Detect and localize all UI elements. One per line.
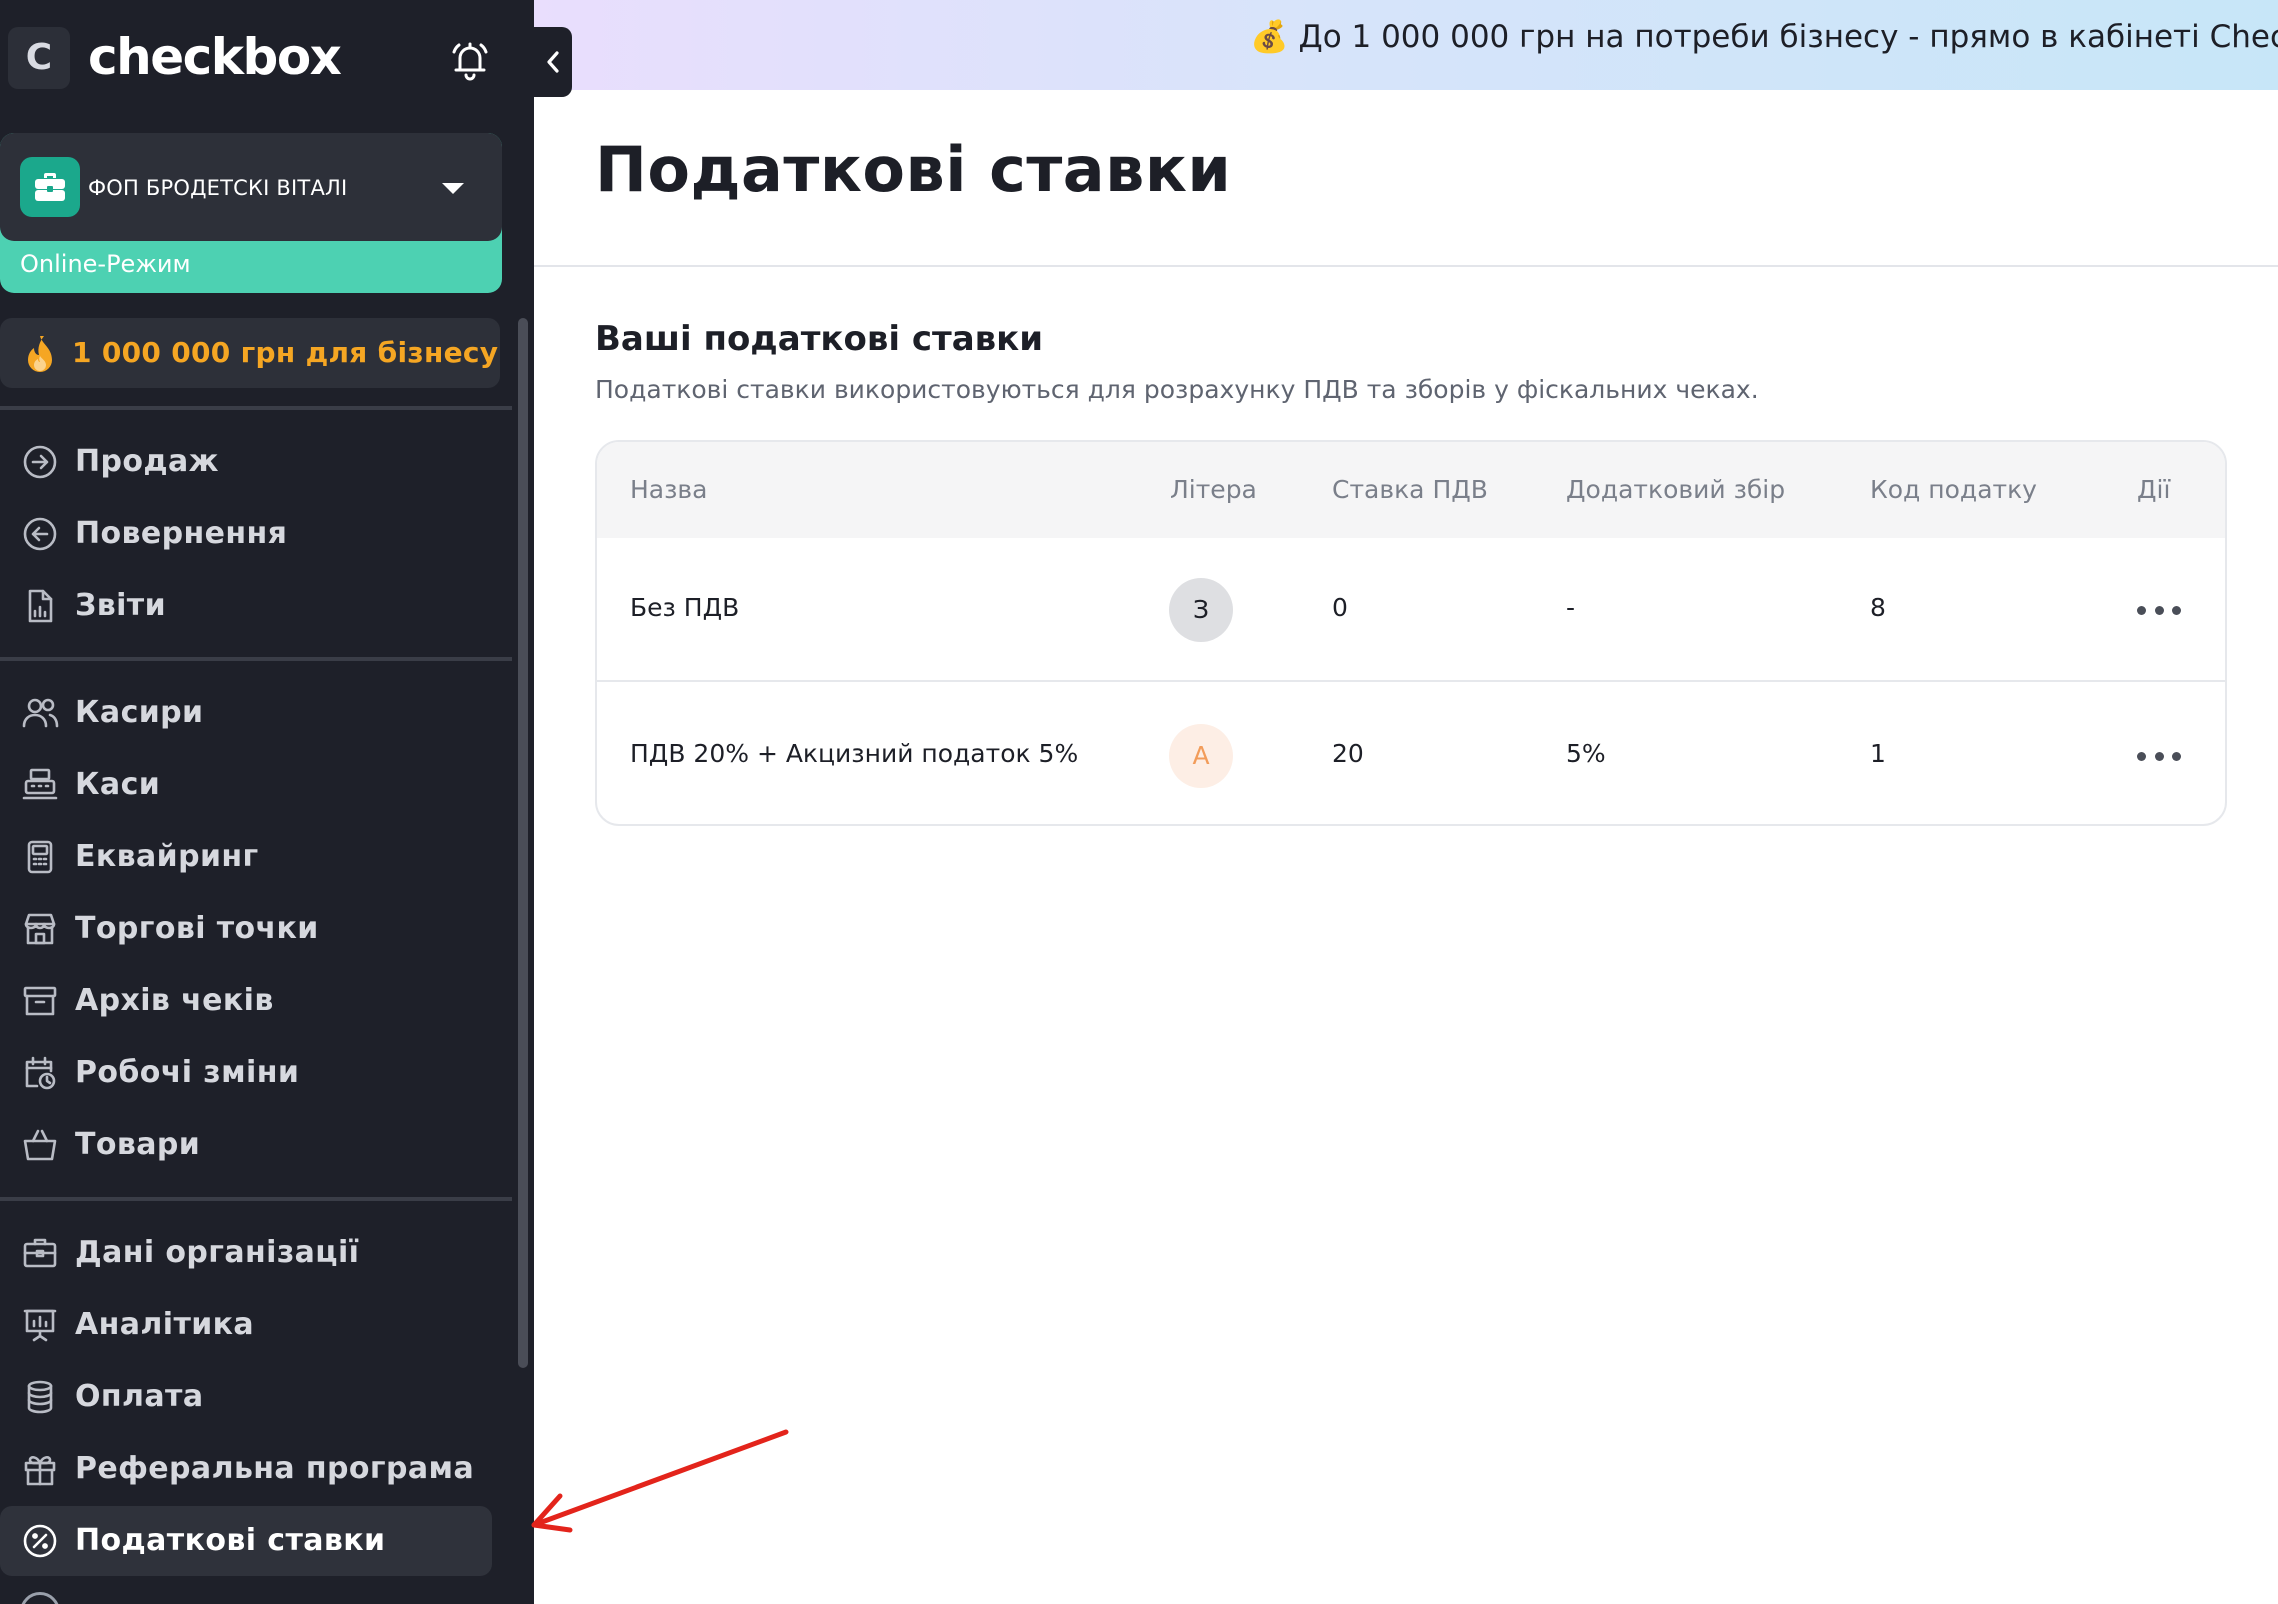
sidebar-item-goods[interactable]: Товари bbox=[0, 1110, 492, 1180]
sidebar-item-label: Робочі зміни bbox=[75, 1055, 300, 1090]
checkbox-logo-icon[interactable]: C bbox=[8, 27, 70, 89]
annotation-arrow-icon bbox=[531, 1429, 789, 1533]
column-header-tax-code: Код податку bbox=[1870, 475, 2037, 504]
sidebar-item-stores[interactable]: Торгові точки bbox=[0, 894, 492, 964]
vat-rate: 0 bbox=[1332, 593, 1348, 622]
sidebar-divider bbox=[0, 657, 512, 661]
sidebar-item-shifts[interactable]: Робочі зміни bbox=[0, 1038, 492, 1108]
tax-code: 8 bbox=[1870, 593, 1886, 622]
more-actions-icon[interactable] bbox=[2137, 598, 2181, 622]
section-description: Податкові ставки використовуються для ро… bbox=[595, 375, 1759, 404]
tax-letter-badge: З bbox=[1169, 578, 1233, 642]
users-icon bbox=[20, 693, 60, 733]
sidebar-item-label: Торгові точки bbox=[75, 911, 319, 946]
chevron-left-icon bbox=[547, 51, 559, 73]
sidebar-item-label: Оплата bbox=[75, 1379, 204, 1414]
caret-down-icon[interactable] bbox=[442, 183, 464, 194]
organization-name: ФОП БРОДЕТСКІ ВІТАЛІ bbox=[88, 176, 348, 200]
sidebar: C checkbox ФОП БРОДЕТСКІ ВІТАЛІ Online-Р… bbox=[0, 0, 534, 1604]
extra-fee: 5% bbox=[1566, 739, 1606, 768]
briefcase-icon bbox=[20, 1233, 60, 1273]
sidebar-item-label: Аналітика bbox=[75, 1307, 255, 1342]
sidebar-item-return[interactable]: Повернення bbox=[0, 499, 492, 569]
app-name[interactable]: checkbox bbox=[88, 24, 342, 90]
more-actions-icon[interactable] bbox=[2137, 744, 2181, 768]
column-header-extra-fee: Додатковий збір bbox=[1566, 475, 1786, 504]
sidebar-item-reports[interactable]: Звіти bbox=[0, 571, 492, 641]
analytics-board-icon bbox=[20, 1305, 60, 1345]
business-promo-button[interactable]: 1 000 000 грн для бізнесу bbox=[0, 318, 500, 388]
organization-card[interactable]: ФОП БРОДЕТСКІ ВІТАЛІ bbox=[0, 133, 502, 241]
pos-terminal-icon bbox=[20, 837, 60, 877]
sidebar-item-organization-data[interactable]: Дані організації bbox=[0, 1218, 492, 1288]
column-header-vat: Ставка ПДВ bbox=[1332, 475, 1488, 504]
tax-code: 1 bbox=[1870, 739, 1886, 768]
coins-stack-icon bbox=[20, 1377, 60, 1417]
header-divider bbox=[534, 265, 2278, 267]
sidebar-item-tax-rates[interactable]: Податкові ставки bbox=[0, 1506, 492, 1576]
gift-icon bbox=[20, 1449, 60, 1489]
sidebar-item-label: Податкові ставки bbox=[75, 1523, 386, 1558]
briefcase-icon bbox=[20, 157, 80, 217]
arrow-left-circle-icon bbox=[20, 514, 60, 554]
banner-text: 💰 До 1 000 000 грн на потреби бізнесу - … bbox=[1250, 17, 2278, 57]
arrow-right-circle-icon bbox=[20, 442, 60, 482]
calendar-clock-icon bbox=[20, 1053, 60, 1093]
percent-circle-icon bbox=[20, 1521, 60, 1561]
sidebar-item-label: Продаж bbox=[75, 444, 219, 479]
column-header-name: Назва bbox=[630, 475, 708, 504]
vat-rate: 20 bbox=[1332, 739, 1364, 768]
sidebar-item-label: Звіти bbox=[75, 588, 166, 623]
archive-box-icon bbox=[20, 981, 60, 1021]
sidebar-item-receipt-archive[interactable]: Архів чеків bbox=[0, 966, 492, 1036]
sidebar-divider bbox=[0, 406, 512, 410]
sidebar-item-cashiers[interactable]: Касири bbox=[0, 678, 492, 748]
promo-banner[interactable]: 💰 До 1 000 000 грн на потреби бізнесу - … bbox=[534, 0, 2278, 90]
table-header: Назва Літера Ставка ПДВ Додатковий збір … bbox=[597, 442, 2225, 538]
column-header-actions: Дії bbox=[2137, 475, 2171, 504]
section-title: Ваші податкові ставки bbox=[595, 319, 1044, 359]
tax-name: ПДВ 20% + Акцизний податок 5% bbox=[630, 739, 1079, 768]
extra-fee: - bbox=[1566, 593, 1576, 622]
cash-register-icon bbox=[20, 765, 60, 805]
sidebar-item-label: Касири bbox=[75, 695, 204, 730]
organization-switcher[interactable]: ФОП БРОДЕТСКІ ВІТАЛІ Online-Режим bbox=[0, 133, 502, 293]
sidebar-item-label: Еквайринг bbox=[75, 839, 259, 874]
sidebar-item-label: Дані організації bbox=[75, 1235, 360, 1270]
sidebar-item-payment[interactable]: Оплата bbox=[0, 1362, 492, 1432]
sidebar-scrollbar[interactable] bbox=[518, 318, 528, 1368]
sidebar-divider bbox=[0, 1197, 512, 1201]
organization-mode: Online-Режим bbox=[20, 250, 191, 278]
banner-label: До 1 000 000 грн на потреби бізнесу - пр… bbox=[1298, 19, 2278, 55]
basket-icon bbox=[20, 1125, 60, 1165]
money-bag-icon: 💰 bbox=[1250, 19, 1289, 55]
table-row: ПДВ 20% + Акцизний податок 5% А 20 5% 1 bbox=[597, 684, 2225, 824]
sidebar-item-sale[interactable]: Продаж bbox=[0, 427, 492, 497]
report-file-icon bbox=[20, 586, 60, 626]
fire-icon bbox=[22, 334, 58, 374]
tax-rates-table: Назва Літера Ставка ПДВ Додатковий збір … bbox=[595, 440, 2227, 826]
sidebar-item-label: Повернення bbox=[75, 516, 288, 551]
collapse-sidebar-button[interactable] bbox=[534, 27, 572, 97]
table-row: Без ПДВ З 0 - 8 bbox=[597, 538, 2225, 682]
sidebar-item-registers[interactable]: Каси bbox=[0, 750, 492, 820]
column-header-letter: Літера bbox=[1170, 475, 1257, 504]
partially-visible-nav-icon[interactable] bbox=[20, 1592, 60, 1604]
sidebar-item-label: Каси bbox=[75, 767, 161, 802]
tax-name: Без ПДВ bbox=[630, 593, 740, 622]
bell-icon[interactable] bbox=[446, 36, 494, 84]
store-icon bbox=[20, 909, 60, 949]
sidebar-item-analytics[interactable]: Аналітика bbox=[0, 1290, 492, 1360]
sidebar-item-referral[interactable]: Реферальна програма bbox=[0, 1434, 492, 1504]
tax-letter-badge: А bbox=[1169, 724, 1233, 788]
sidebar-item-acquiring[interactable]: Еквайринг bbox=[0, 822, 492, 892]
page-title: Податкові ставки bbox=[595, 133, 1232, 206]
promo-label: 1 000 000 грн для бізнесу bbox=[72, 336, 499, 369]
sidebar-item-label: Архів чеків bbox=[75, 983, 274, 1018]
sidebar-item-label: Товари bbox=[75, 1127, 201, 1162]
sidebar-item-label: Реферальна програма bbox=[75, 1451, 475, 1486]
